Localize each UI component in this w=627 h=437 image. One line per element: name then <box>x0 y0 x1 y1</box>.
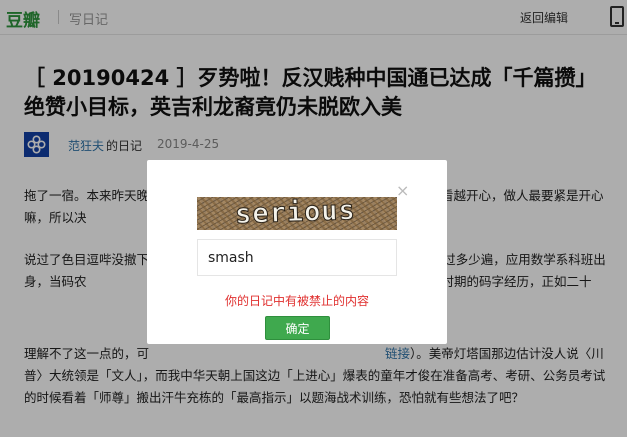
captcha-text: serious <box>234 197 357 230</box>
captcha-dialog: × serious 你的日记中有被禁止的内容 确定 <box>147 160 447 344</box>
captcha-image: serious <box>197 197 397 230</box>
close-icon[interactable]: × <box>396 183 409 199</box>
confirm-button[interactable]: 确定 <box>265 316 330 340</box>
captcha-input[interactable] <box>197 239 397 276</box>
error-message: 你的日记中有被禁止的内容 <box>224 294 369 308</box>
